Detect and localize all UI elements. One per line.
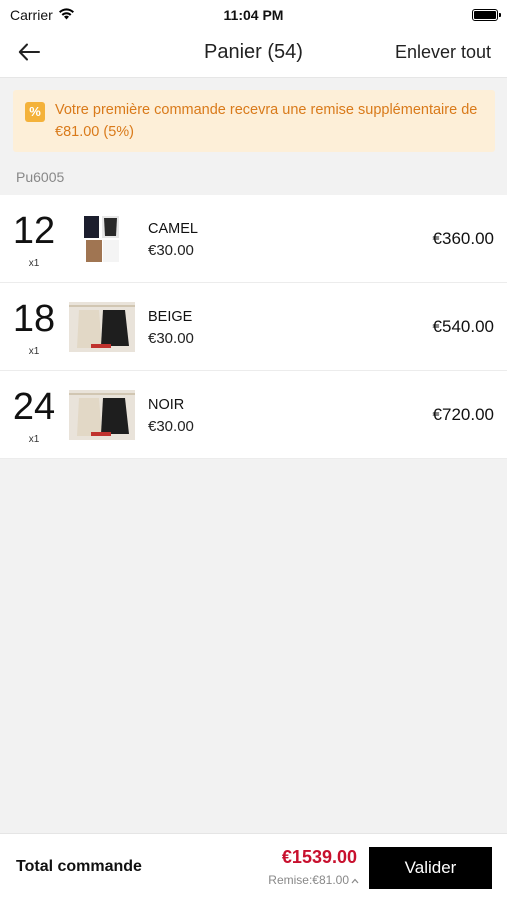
quantity-multiplier: x1 <box>28 434 40 445</box>
wifi-icon <box>58 7 75 23</box>
variant-name: BEIGE <box>148 309 193 325</box>
percent-icon: % <box>25 102 45 122</box>
product-group-label: Pu6005 <box>16 169 65 185</box>
remove-all-button[interactable]: Enlever tout <box>395 42 491 63</box>
unit-price: €30.00 <box>148 330 194 347</box>
line-total: €540.00 <box>432 317 494 336</box>
cart-list: 12 x1 CAMEL €30.00 €360.00 18 x1 BEIGE €… <box>0 195 507 459</box>
discount-text: Remise:€81.00 <box>268 873 349 887</box>
promo-banner: % Votre première commande recevra une re… <box>13 90 495 152</box>
variant-name: CAMEL <box>148 221 198 237</box>
validate-button[interactable]: Valider <box>369 847 492 889</box>
quantity-multiplier: x1 <box>28 258 40 269</box>
nav-bar: Panier (54) Enlever tout <box>0 30 507 78</box>
promo-text: Votre première commande recevra une remi… <box>55 102 478 140</box>
battery-icon <box>472 9 501 21</box>
unit-price: €30.00 <box>148 418 194 435</box>
status-time: 11:04 PM <box>223 7 284 23</box>
product-thumbnail <box>69 214 135 264</box>
unit-price: €30.00 <box>148 242 194 259</box>
cart-item[interactable]: 12 x1 CAMEL €30.00 €360.00 <box>0 195 507 283</box>
checkout-footer: Total commande €1539.00 Remise:€81.00 Va… <box>0 833 507 900</box>
quantity-value: 24 <box>12 386 56 428</box>
chevron-up-icon <box>351 873 359 887</box>
quantity-multiplier: x1 <box>28 346 40 357</box>
product-thumbnail <box>69 390 135 440</box>
discount-toggle[interactable]: Remise:€81.00 <box>268 873 359 887</box>
line-total: €360.00 <box>432 229 494 248</box>
carrier-label: Carrier <box>10 7 53 23</box>
status-left: Carrier <box>10 7 75 23</box>
product-thumbnail <box>69 302 135 352</box>
cart-item[interactable]: 18 x1 BEIGE €30.00 €540.00 <box>0 283 507 371</box>
cart-item[interactable]: 24 x1 NOIR €30.00 €720.00 <box>0 371 507 459</box>
variant-name: NOIR <box>148 397 185 413</box>
line-total: €720.00 <box>432 405 494 424</box>
status-bar: Carrier 11:04 PM <box>0 0 507 30</box>
quantity-value: 12 <box>12 210 56 252</box>
order-total-amount: €1539.00 <box>281 847 357 867</box>
quantity-value: 18 <box>12 298 56 340</box>
order-total-label: Total commande <box>16 858 142 875</box>
